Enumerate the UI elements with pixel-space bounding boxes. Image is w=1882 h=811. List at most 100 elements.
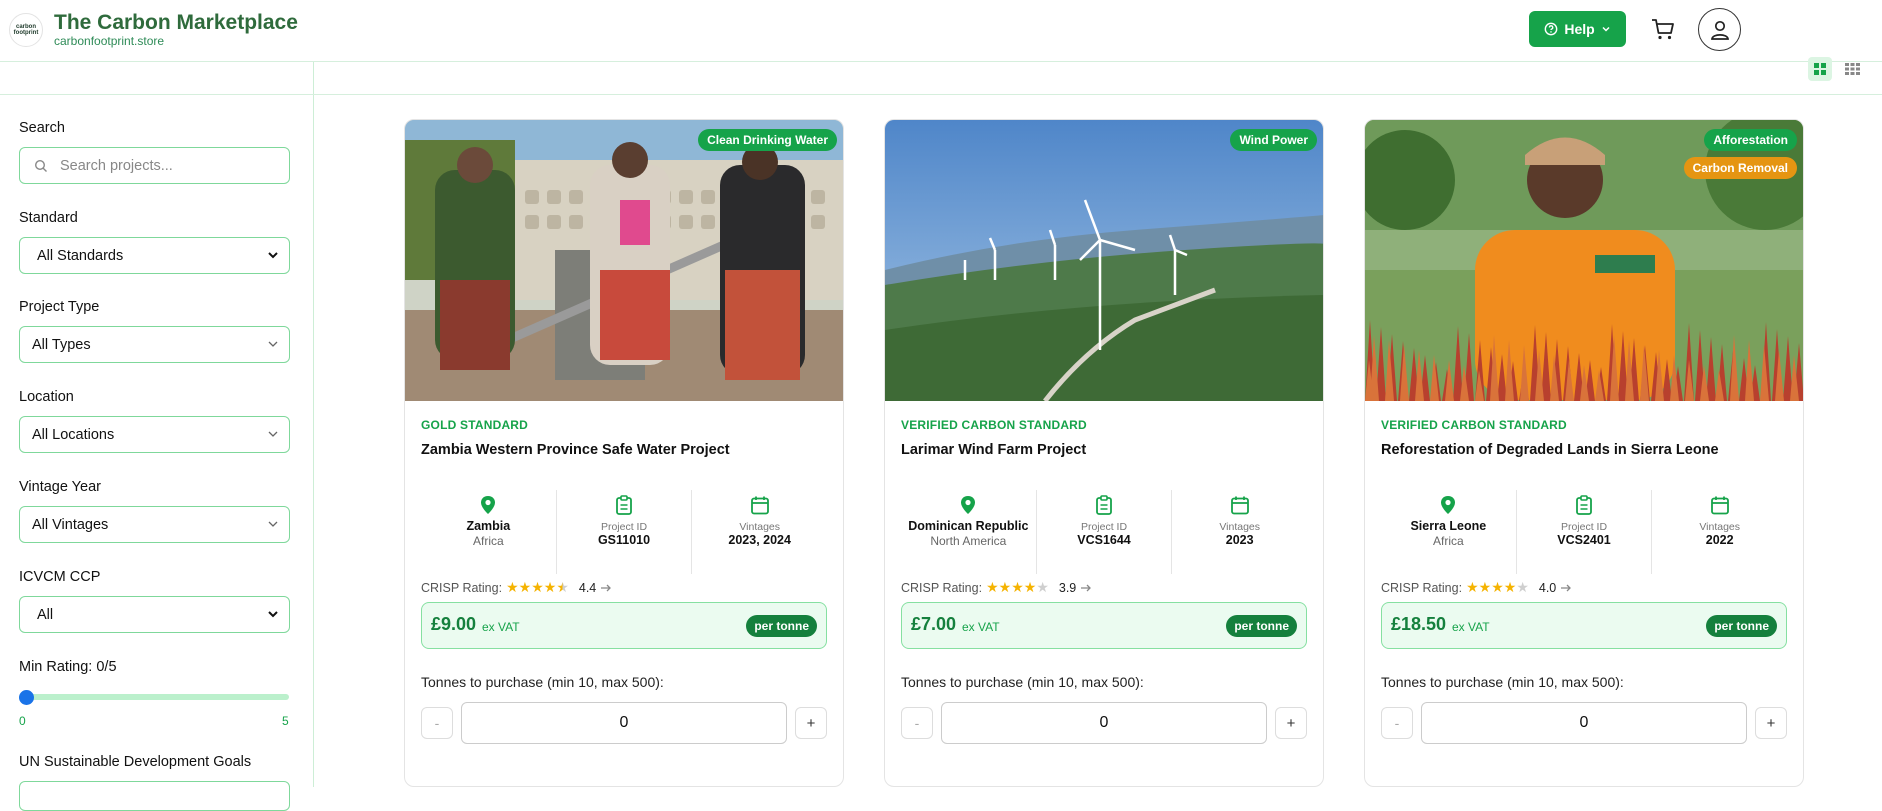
location-col: Sierra Leone Africa (1381, 490, 1516, 574)
price-box: £9.00 ex VAT per tonne (421, 602, 827, 649)
increment-button[interactable]: + (795, 707, 827, 739)
standard-select[interactable]: All Standards (19, 237, 290, 274)
clipboard-icon (1576, 495, 1592, 515)
project-photo-wrap[interactable]: Afforestation Carbon Removal (1365, 120, 1803, 401)
top-header: carbon footprint The Carbon Marketplace … (0, 0, 1882, 62)
country: Sierra Leone (1410, 519, 1487, 533)
arrow-right-icon (601, 584, 612, 591)
chevron-down-icon (268, 252, 278, 259)
price: £9.00 (431, 614, 477, 634)
standard-label: GOLD STANDARD (421, 418, 529, 432)
brand-title[interactable]: The Carbon Marketplace (54, 11, 298, 35)
help-button[interactable]: Help (1529, 11, 1626, 47)
icvcm-label: ICVCM CCP (19, 569, 101, 585)
increment-button[interactable]: + (1275, 707, 1307, 739)
brand-logo[interactable]: carbon footprint (9, 13, 43, 47)
project-id: VCS1644 (1077, 533, 1131, 547)
search-input[interactable]: Search projects... (19, 147, 290, 184)
vintages: 2023 (1225, 533, 1254, 547)
vintage-value: All Vintages (32, 516, 109, 533)
rating-slider-thumb[interactable] (19, 690, 34, 705)
location-label: Location (19, 389, 74, 405)
increment-button[interactable]: + (1755, 707, 1787, 739)
project-photo (885, 120, 1323, 401)
search-label: Search (19, 120, 65, 136)
rating-max-label: 5 (282, 714, 289, 728)
account-button[interactable] (1698, 8, 1741, 51)
vintage-select[interactable]: All Vintages (19, 506, 290, 543)
standard-label: VERIFIED CARBON STANDARD (1381, 418, 1567, 432)
quantity-label: Tonnes to purchase (min 10, max 500): (421, 674, 664, 690)
project-type-select[interactable]: All Types (19, 326, 290, 363)
location-value: All Locations (32, 426, 115, 443)
star-rating-icon: ★★★★★ (1466, 579, 1529, 595)
per-tonne-badge: per tonne (1226, 615, 1297, 637)
vat-label: ex VAT (1452, 620, 1490, 634)
price: £7.00 (911, 614, 957, 634)
standard-value: All Standards (37, 247, 124, 264)
project-title[interactable]: Reforestation of Degraded Lands in Sierr… (1381, 442, 1719, 458)
location-select[interactable]: All Locations (19, 416, 290, 453)
project-card[interactable]: Wind Power VERIFIED CARBON STANDARD Lari… (884, 119, 1324, 787)
quantity-input[interactable]: 0 (941, 702, 1267, 744)
country: Dominican Republic (908, 519, 1029, 533)
project-card[interactable]: Clean Drinking Water GOLD STANDARD Zambi… (404, 119, 844, 787)
vintages: 2023, 2024 (728, 533, 791, 547)
location-col: Zambia Africa (421, 490, 556, 574)
project-photo-wrap[interactable]: Wind Power (885, 120, 1323, 401)
crisp-rating[interactable]: CRISP Rating: ★★★★★ 4.0 (1381, 579, 1572, 596)
decrement-button[interactable]: - (1381, 707, 1413, 739)
vintages: 2022 (1705, 533, 1734, 547)
standard-label: Standard (19, 210, 78, 226)
map-pin-icon (481, 496, 496, 514)
vat-label: ex VAT (962, 620, 1000, 634)
project-photo-wrap[interactable]: Clean Drinking Water (405, 120, 843, 401)
vat-label: ex VAT (482, 620, 520, 634)
chevron-down-icon (268, 611, 278, 618)
filter-sidebar: Search Search projects... Standard All S… (0, 62, 314, 811)
project-title[interactable]: Zambia Western Province Safe Water Proje… (421, 442, 730, 458)
rating-value: 4.4 (578, 580, 597, 595)
rating-value: 3.9 (1058, 580, 1077, 595)
icvcm-value: All (37, 606, 54, 623)
project-id-col: Project ID GS11010 (555, 490, 692, 574)
project-photo (405, 120, 843, 401)
category-badge: Clean Drinking Water (698, 129, 837, 151)
per-tonne-badge: per tonne (746, 615, 817, 637)
map-pin-icon (1441, 496, 1456, 514)
project-id-col: Project ID VCS2401 (1515, 490, 1652, 574)
sdg-label: UN Sustainable Development Goals (19, 754, 252, 770)
standard-label: VERIFIED CARBON STANDARD (901, 418, 1087, 432)
region: Africa (472, 534, 504, 548)
region: Africa (1432, 534, 1464, 548)
project-meta: Zambia Africa Project ID GS11010 Vintage… (421, 490, 827, 574)
crisp-rating[interactable]: CRISP Rating: ★★★★★ 3.9 (901, 579, 1092, 596)
grid-icon (1814, 63, 1826, 75)
chevron-down-icon (1602, 26, 1610, 32)
project-card[interactable]: Afforestation Carbon Removal VERIFIED CAR… (1364, 119, 1804, 787)
crisp-rating[interactable]: CRISP Rating: ★★★★★ 4.4 (421, 579, 612, 596)
help-circle-icon (1544, 22, 1558, 36)
icvcm-select[interactable]: All (19, 596, 290, 633)
compact-grid-icon (1844, 63, 1860, 75)
cart-icon[interactable] (1650, 16, 1676, 42)
project-id-label: Project ID (1560, 521, 1608, 533)
country: Zambia (466, 519, 511, 533)
brand-url: carbonfootprint.store (54, 34, 165, 48)
crisp-label: CRISP Rating: (901, 580, 983, 595)
rating-slider-track[interactable] (19, 694, 289, 700)
clipboard-icon (616, 495, 632, 515)
decrement-button[interactable]: - (421, 707, 453, 739)
project-title[interactable]: Larimar Wind Farm Project (901, 442, 1086, 458)
sdg-select[interactable] (19, 781, 290, 811)
search-icon (34, 159, 47, 172)
star-rating-icon: ★★★★★ (986, 579, 1049, 595)
quantity-input[interactable]: 0 (1421, 702, 1747, 744)
quantity-input[interactable]: 0 (461, 702, 787, 744)
quantity-label: Tonnes to purchase (min 10, max 500): (901, 674, 1144, 690)
decrement-button[interactable]: - (901, 707, 933, 739)
grid-view-button[interactable] (1808, 57, 1832, 81)
results-toolbar (314, 62, 1882, 95)
compact-grid-view-button[interactable] (1840, 57, 1864, 81)
clipboard-icon (1096, 495, 1112, 515)
